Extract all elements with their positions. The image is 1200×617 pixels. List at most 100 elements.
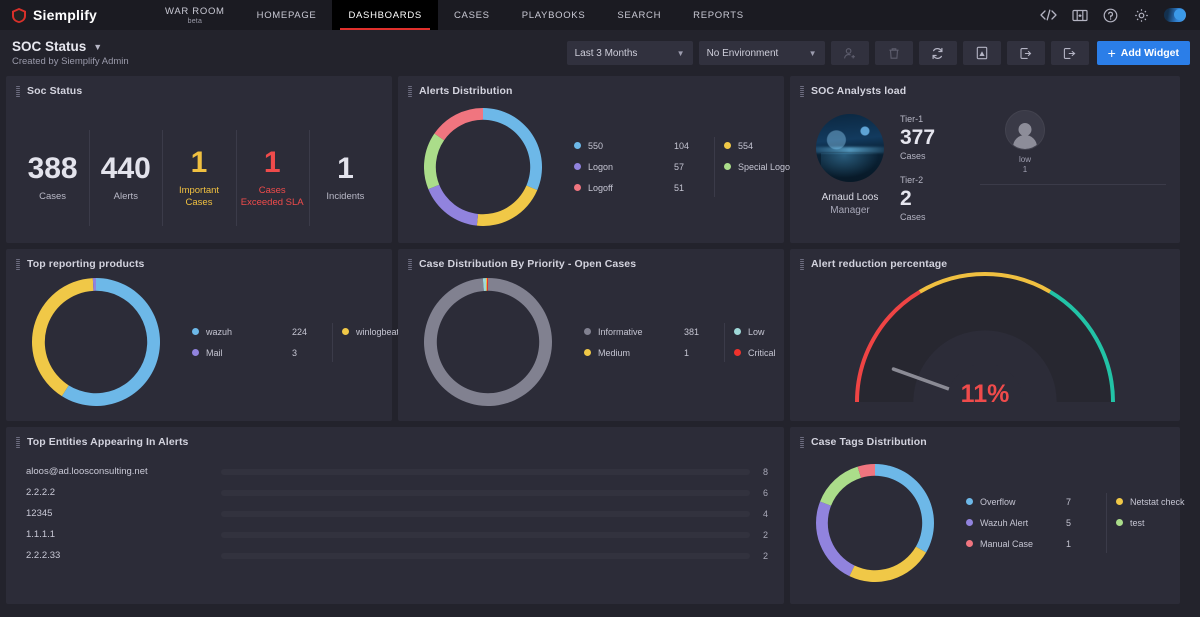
dashboard-title-block: SOC Status ▼ Created by Siemplify Admin (12, 39, 129, 67)
drag-handle-icon[interactable] (800, 258, 804, 270)
environment-value: No Environment (706, 47, 779, 59)
drag-handle-icon[interactable] (408, 85, 412, 97)
kpi-incidents[interactable]: 1 Incidents (308, 124, 382, 232)
table-row[interactable]: 1.1.1.1 2 (16, 524, 774, 545)
panel-top-reporting-products: Top reporting products wazuh 224 Mail 3 … (6, 249, 457, 421)
legend-label: Logoff (588, 182, 613, 193)
dashboard-row-3: Top Entities Appearing In Alerts aloos@a… (6, 427, 1194, 604)
export-icon (1063, 47, 1076, 60)
gauge-chart-alert-reduction[interactable]: 11% (800, 271, 1170, 440)
tier-label: Tier-2 (900, 175, 924, 186)
bar-track (221, 531, 750, 538)
dashboard-grid: Soc Status 388 Cases 440 Alerts 1 Import… (0, 76, 1200, 604)
kpi-cases-exceeded-sla[interactable]: 1 Cases Exceeded SLA (235, 124, 309, 232)
legend-item[interactable]: Manual Case 1 (966, 539, 1096, 549)
brand-logo[interactable]: Siemplify (0, 0, 111, 30)
kpi-alerts[interactable]: 440 Alerts (89, 124, 162, 232)
tier-unit: Cases (900, 212, 926, 223)
donut-chart-case-tags[interactable] (800, 463, 950, 582)
drag-handle-icon[interactable] (16, 85, 20, 97)
donut-chart-top-reporting-products[interactable] (16, 278, 176, 406)
nav-item-search[interactable]: SEARCH (601, 0, 677, 30)
legend-case-tags: Overflow 7 Wazuh Alert 5 Manual Case 1 N… (950, 492, 1200, 553)
nav-item-badge: beta (187, 17, 203, 25)
kpi-cases[interactable]: 388 Cases (16, 124, 89, 232)
export-button[interactable] (1050, 41, 1089, 65)
refresh-button[interactable] (918, 41, 957, 65)
add-widget-button[interactable]: + Add Widget (1096, 41, 1190, 65)
table-row[interactable]: 2.2.2.33 2 (16, 545, 774, 566)
drag-handle-icon[interactable] (800, 436, 804, 448)
ide-icon[interactable] (1071, 7, 1088, 24)
panel-top-entities-in-alerts: Top Entities Appearing In Alerts aloos@a… (6, 427, 784, 604)
legend-item[interactable]: Logoff 51 (574, 183, 704, 193)
analyst-members: low 1 (980, 106, 1170, 234)
tier-2-block: Tier-2 2 Cases (900, 175, 980, 222)
nav-item-cases[interactable]: CASES (438, 0, 506, 30)
legend-item[interactable]: Netstat check 5 (1116, 497, 1200, 507)
donut-chart-case-distribution[interactable] (408, 278, 568, 406)
dashboard-toolbar: Last 3 Months ▼ No Environment ▼ + Add W… (566, 41, 1190, 65)
entity-bar-list: aloos@ad.loosconsulting.net 8 2.2.2.2 6 … (16, 461, 774, 566)
drag-handle-icon[interactable] (408, 258, 412, 270)
panel-soc-analysts-load: SOC Analysts load Arnaud Loos Manager Ti… (790, 76, 1180, 243)
entity-value: 4 (762, 508, 768, 519)
panel-title: Soc Status (27, 85, 83, 97)
entity-name: 1.1.1.1 (26, 529, 56, 540)
drag-handle-icon[interactable] (16, 258, 20, 270)
user-avatar-icon[interactable] (1164, 8, 1186, 22)
nav-item-homepage[interactable]: HOMEPAGE (241, 0, 333, 30)
environment-select[interactable]: No Environment ▼ (698, 41, 825, 65)
legend-value: 57 (674, 161, 685, 172)
legend-item[interactable]: 550 104 (574, 141, 704, 151)
legend-label: test (1130, 517, 1145, 528)
kpi-important-cases[interactable]: 1 Important Cases (162, 124, 235, 232)
nav-item-label: PLAYBOOKS (521, 9, 586, 21)
nav-items: WAR ROOM beta HOMEPAGE DASHBOARDS CASES … (149, 0, 760, 30)
table-row[interactable]: aloos@ad.loosconsulting.net 8 (16, 461, 774, 482)
legend-item[interactable]: Overflow 7 (966, 497, 1096, 507)
code-icon[interactable] (1040, 7, 1057, 24)
nav-item-dashboards[interactable]: DASHBOARDS (332, 0, 438, 30)
legend-label: Logon (588, 161, 614, 172)
drag-handle-icon[interactable] (16, 436, 20, 448)
legend-item[interactable]: Medium 1 (584, 348, 714, 358)
legend-color-swatch (1116, 519, 1123, 526)
help-icon[interactable] (1102, 7, 1119, 24)
legend-item[interactable]: wazuh 224 (192, 327, 322, 337)
donut-chart-alerts-distribution[interactable] (408, 107, 558, 226)
analyst-card[interactable]: Arnaud Loos Manager (800, 106, 900, 234)
member-count: 1 (1022, 165, 1028, 174)
share-user-button[interactable] (830, 41, 869, 65)
panel-title: Top reporting products (27, 258, 145, 270)
legend-label: Medium (598, 347, 631, 358)
legend-item[interactable]: Logon 57 (574, 162, 704, 172)
nav-item-label: REPORTS (693, 9, 744, 21)
legend-item[interactable]: Informative 381 (584, 327, 714, 337)
chevron-down-icon: ▼ (808, 48, 817, 58)
drag-handle-icon[interactable] (800, 85, 804, 97)
kpi-value: 388 (27, 152, 78, 186)
kpi-label: Incidents (326, 190, 365, 202)
nav-item-playbooks[interactable]: PLAYBOOKS (506, 0, 602, 30)
share-user-icon (843, 47, 856, 60)
nav-item-reports[interactable]: REPORTS (677, 0, 760, 30)
export-pdf-button[interactable] (962, 41, 1001, 65)
gauge-value: 11% (960, 380, 1010, 408)
time-range-select[interactable]: Last 3 Months ▼ (566, 41, 693, 65)
chevron-down-icon[interactable]: ▼ (93, 42, 102, 52)
legend-item[interactable]: test 3 (1116, 518, 1200, 528)
legend-item[interactable]: Mail 3 (192, 348, 322, 358)
table-row[interactable]: 2.2.2.2 6 (16, 482, 774, 503)
gear-icon[interactable] (1133, 7, 1150, 24)
add-widget-label: Add Widget (1120, 47, 1179, 59)
member-name: low (1018, 155, 1031, 164)
dashboard-author: Created by Siemplify Admin (12, 56, 129, 67)
import-button[interactable] (1006, 41, 1045, 65)
delete-button[interactable] (874, 41, 913, 65)
legend-color-swatch (192, 328, 199, 335)
analyst-member[interactable]: low 1 (994, 106, 1056, 174)
table-row[interactable]: 12345 4 (16, 503, 774, 524)
legend-item[interactable]: Wazuh Alert 5 (966, 518, 1096, 528)
nav-item-war-room[interactable]: WAR ROOM beta (149, 0, 241, 30)
